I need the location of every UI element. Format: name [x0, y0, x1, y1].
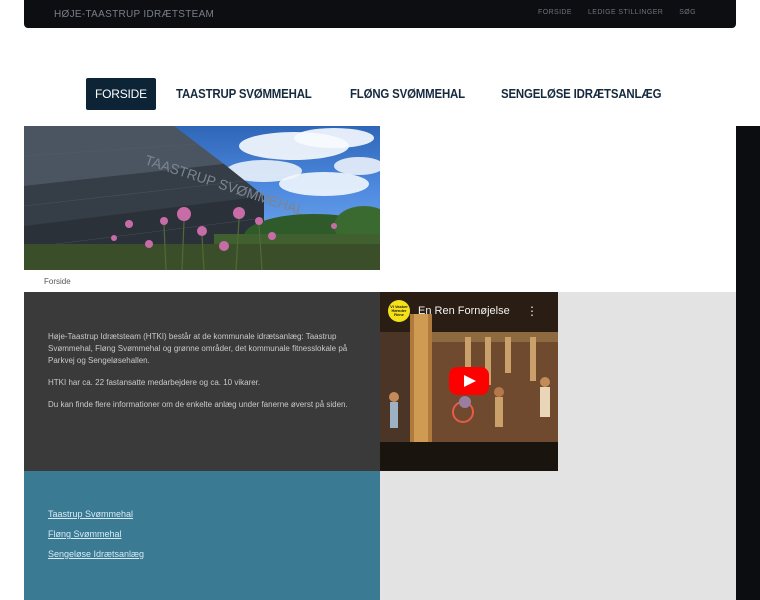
info-paragraph: HTKI har ca. 22 fastansatte medarbejdere… [48, 378, 261, 387]
nav-item-flong-svommehal[interactable]: FLØNG SVØMMEHAL [350, 78, 465, 110]
site-title[interactable]: HØJE-TAASTRUP IDRÆTSTEAM [54, 9, 214, 20]
links-panel: Taastrup Svømmehal Fløng Svømmehal Senge… [24, 471, 380, 600]
main-nav: FORSIDE TAASTRUP SVØMMEHAL FLØNG SVØMMEH… [86, 78, 683, 110]
top-link-forside[interactable]: FORSIDE [538, 9, 572, 16]
hero-photo: TAASTRUP SVØMMEHAL [24, 126, 380, 270]
info-paragraph: Du kan finde flere informationer om de e… [48, 400, 348, 409]
hero-caption-bar: Forside [24, 270, 380, 292]
nav-item-forside[interactable]: FORSIDE [86, 78, 156, 110]
top-link-search[interactable]: SØG [679, 9, 696, 16]
top-bar: HØJE-TAASTRUP IDRÆTSTEAM FORSIDE LEDIGE … [24, 0, 736, 28]
page-border-right [736, 126, 760, 600]
hero-caption: Forside [44, 277, 71, 286]
nav-item-sengelose-idraetsanlaeg[interactable]: SENGELØSE IDRÆTSANLÆG [501, 78, 661, 110]
more-vert-icon[interactable]: ⋮ [526, 304, 538, 318]
nav-item-taastrup-svommehal[interactable]: TAASTRUP SVØMMEHAL [176, 78, 312, 110]
info-text: Høje-Taastrup Idrætsteam (HTKI) består a… [48, 331, 363, 421]
link-sengelose-idraetsanlaeg[interactable]: Sengeløse Idrætsanlæg [48, 549, 144, 559]
play-icon[interactable] [449, 367, 489, 395]
info-panel: Høje-Taastrup Idrætsteam (HTKI) består a… [24, 292, 380, 471]
info-paragraph: Høje-Taastrup Idrætsteam (HTKI) består a… [48, 332, 348, 365]
link-taastrup-svommehal[interactable]: Taastrup Svømmehal [48, 509, 133, 519]
youtube-video-embed[interactable]: Vi Vasker Hænder Rene En Ren Fornøjelse … [380, 292, 558, 471]
top-link-ledige-stillinger[interactable]: LEDIGE STILLINGER [588, 9, 663, 16]
link-flong-svommehal[interactable]: Fløng Svømmehal [48, 529, 122, 539]
channel-logo-text: Vi Vasker Hænder Rene [390, 304, 408, 317]
video-title[interactable]: En Ren Fornøjelse [418, 305, 510, 317]
hero-image: TAASTRUP SVØMMEHAL [24, 126, 380, 270]
top-links: FORSIDE LEDIGE STILLINGER SØG [538, 9, 696, 16]
channel-logo[interactable]: Vi Vasker Hænder Rene [388, 300, 410, 322]
